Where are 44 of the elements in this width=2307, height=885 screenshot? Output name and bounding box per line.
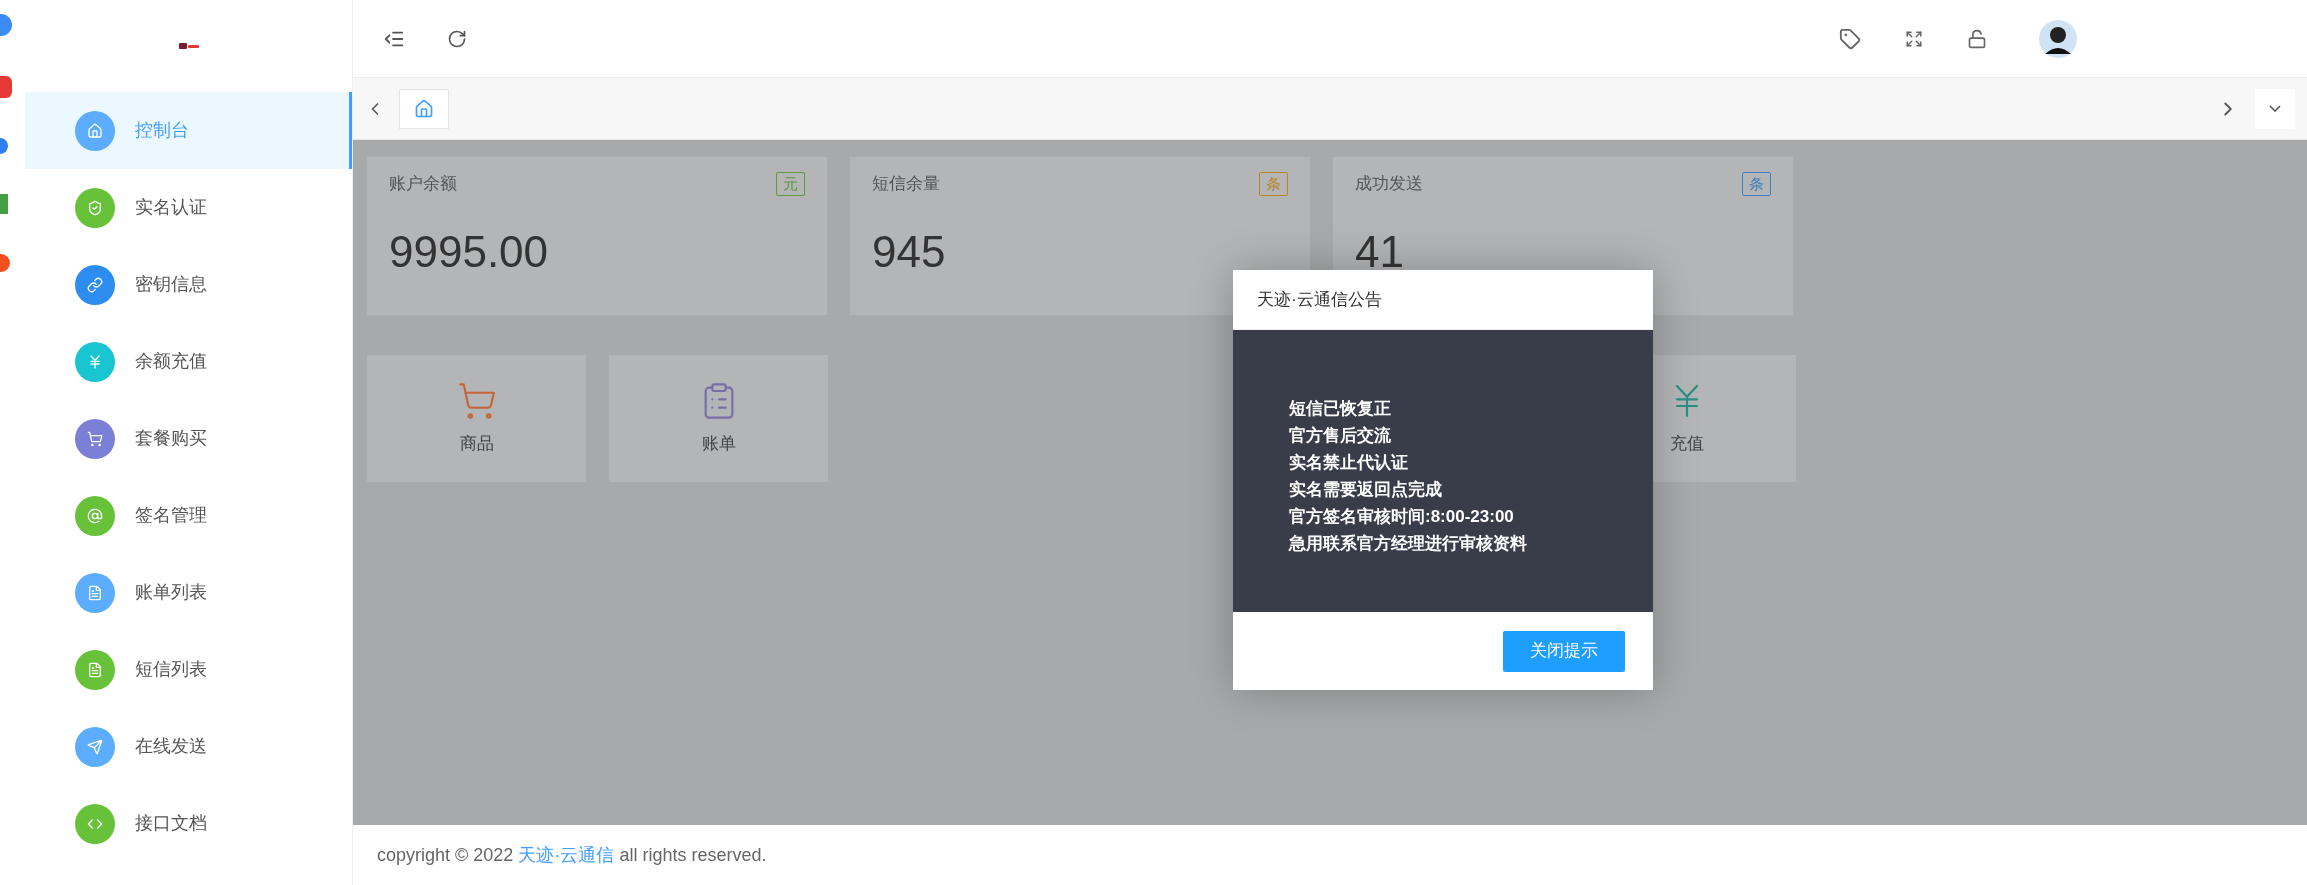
unit-tag: 元	[776, 171, 805, 196]
sidebar-item[interactable]: 账单列表	[25, 554, 352, 631]
unit-tag: 条	[1259, 171, 1288, 196]
unit-tag: 条	[1742, 171, 1771, 196]
stat-title: 成功发送	[1355, 173, 1423, 195]
sidebar-item[interactable]: 余额充值	[25, 323, 352, 400]
copyright-text: copyright © 2022 天迹·云通信 all rights reserved.	[377, 843, 767, 867]
shortcut-card[interactable]: 账单	[609, 355, 828, 482]
sidebar-item[interactable]: 接口文档	[25, 785, 352, 862]
fullscreen-icon[interactable]	[1905, 29, 1923, 48]
sidebar-item[interactable]: 实名认证	[25, 169, 352, 246]
caret-icon	[2269, 105, 2281, 112]
tag-icon[interactable]	[1839, 27, 1861, 50]
sidebar-item[interactable]: 密钥信息	[25, 246, 352, 323]
shortcut-label: 账单	[701, 432, 736, 455]
sidebar-item[interactable]: 在线发送	[25, 708, 352, 785]
house-icon	[414, 98, 434, 119]
stat-title: 短信余量	[872, 173, 940, 195]
app-icon[interactable]	[0, 254, 10, 272]
logo-icon	[178, 42, 199, 50]
shortcut-card[interactable]: 商品	[367, 355, 586, 482]
home-tab[interactable]	[399, 88, 449, 129]
sidebar-item[interactable]: 套餐购买	[25, 400, 352, 477]
shortcut-label: 充值	[1669, 432, 1704, 455]
notice-line: 官方签名审核时间:8:00-23:00	[1289, 506, 1515, 528]
avatar[interactable]	[2039, 19, 2077, 58]
stat-value: 9995.00	[389, 225, 550, 278]
notice-line: 官方售后交流	[1289, 425, 1392, 447]
refresh-icon[interactable]	[447, 28, 467, 49]
stat-title: 账户余额	[389, 173, 457, 195]
sidebar-item[interactable]: 签名管理	[25, 477, 352, 554]
notice-line: 实名需要返回点完成	[1289, 479, 1443, 501]
lock-icon[interactable]	[1967, 28, 1987, 49]
stat-value: 41	[1355, 225, 1405, 278]
shortcut-label: 商品	[459, 432, 494, 455]
notice-line: 实名禁止代认证	[1289, 452, 1409, 474]
notice-line: 急用联系官方经理进行审核资料	[1289, 533, 1528, 555]
app-icon[interactable]	[0, 76, 12, 98]
notice-line: 短信已恢复正	[1289, 398, 1392, 420]
sidebar-item[interactable]: 短信列表	[25, 631, 352, 708]
dialog-title: 天迹·云通信公告	[1257, 288, 1382, 311]
stat-value: 945	[872, 225, 947, 278]
app-icon[interactable]	[0, 14, 12, 36]
app-icon[interactable]	[0, 138, 8, 154]
